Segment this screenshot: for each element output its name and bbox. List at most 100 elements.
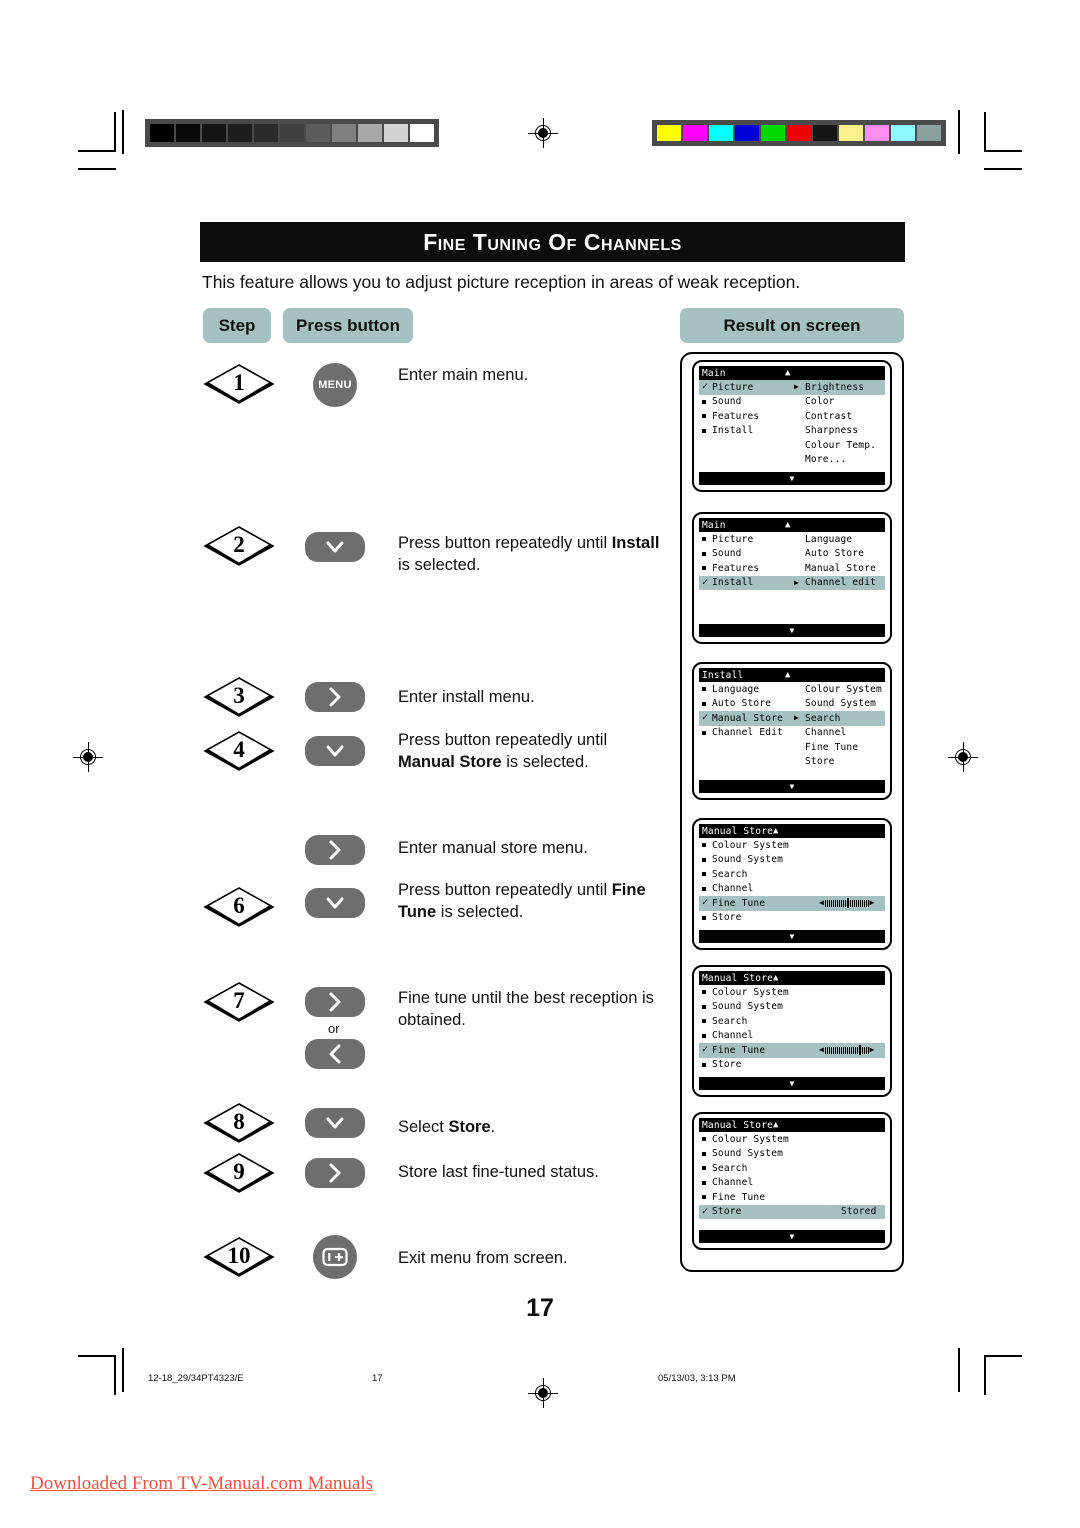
osd-row-right: Search <box>805 713 885 724</box>
osd-scroll-up-icon[interactable]: ▲ <box>785 368 791 378</box>
osd-row-label: Auto Store <box>712 698 772 710</box>
footer-doc-code: 12-18_29/34PT4323/E <box>148 1373 244 1384</box>
chevron-down-icon[interactable] <box>305 532 365 562</box>
osd-menu-row[interactable]: Features Contrast <box>699 409 885 424</box>
step-description-text: is selected. <box>436 902 524 921</box>
osd-menu-row[interactable]: ✓ Store Stored <box>699 1204 885 1219</box>
osd-scroll-down-bar[interactable]: ▼ <box>699 930 885 943</box>
button-label: MENU <box>318 379 352 391</box>
step-number-diamond: 6 <box>203 886 275 928</box>
submenu-arrow-icon[interactable]: ▶ <box>794 714 799 722</box>
osd-title-text: Manual Store <box>702 825 774 837</box>
osd-scroll-up-icon[interactable]: ▲ <box>785 670 791 680</box>
osd-menu-row[interactable]: Store <box>699 1058 885 1073</box>
osd-row-label: Channel <box>712 883 754 895</box>
osd-row-label: Sound System <box>712 1001 784 1013</box>
osd-row-right-label: Fine Tune <box>805 741 859 753</box>
check-icon: ✓ <box>702 1205 709 1217</box>
osd-menu-row[interactable]: Search <box>699 1014 885 1029</box>
osd-menu-row[interactable]: Language Colour System <box>699 682 885 697</box>
osd-menu-row[interactable]: Search <box>699 867 885 882</box>
chevron-down-icon[interactable] <box>305 1108 365 1138</box>
osd-menu-row[interactable]: Sound System <box>699 1147 885 1162</box>
osd-menu-row[interactable]: Features Manual Store <box>699 561 885 576</box>
osd-menu-row[interactable]: Picture Language <box>699 532 885 547</box>
watermark-link[interactable]: Downloaded From TV-Manual.com Manuals <box>30 1473 373 1495</box>
osd-menu-row[interactable]: Colour System <box>699 838 885 853</box>
slider-left-arrow-icon: ◀ <box>819 1045 825 1055</box>
grayscale-patch <box>176 124 200 142</box>
osd-scroll-down-bar[interactable]: ▼ <box>699 1230 885 1243</box>
osd-menu-row[interactable]: Store <box>699 755 885 770</box>
osd-menu-row[interactable]: Colour System <box>699 1132 885 1147</box>
osd-menu-row[interactable]: ✓ Fine Tune ◀ ▶ <box>699 896 885 911</box>
osd-menu-row[interactable]: Search <box>699 1161 885 1176</box>
osd-menu-row[interactable]: Channel <box>699 1176 885 1191</box>
osd-row-right: Sharpness <box>805 425 885 436</box>
osd-menu-row[interactable]: ✓ Picture ▶ Brightness <box>699 380 885 395</box>
osd-scroll-down-bar[interactable]: ▼ <box>699 1077 885 1090</box>
osd-row-right: Channel edit <box>805 577 885 588</box>
osd-menu-row[interactable]: Channel <box>699 1029 885 1044</box>
fine-tune-slider[interactable]: ◀ ▶ <box>819 1045 885 1056</box>
osd-scroll-down-bar[interactable]: ▼ <box>699 472 885 485</box>
step-description-text: Exit menu from screen. <box>398 1249 568 1267</box>
osd-menu-row[interactable]: More... <box>699 453 885 468</box>
osd-rows: Colour System Sound System Search Channel Fi… <box>699 1132 885 1219</box>
check-icon: ✓ <box>702 576 709 588</box>
submenu-arrow-icon[interactable]: ▶ <box>794 383 799 391</box>
osd-menu-row[interactable]: Fine Tune <box>699 1190 885 1205</box>
osd-scroll-up-icon[interactable]: ▲ <box>785 520 791 530</box>
check-icon: ✓ <box>702 897 709 909</box>
menu-button[interactable]: MENU <box>313 363 357 407</box>
chevron-down-icon[interactable] <box>305 888 365 918</box>
crop-hairline-left <box>122 110 124 154</box>
osd-row-right: Contrast <box>805 411 885 422</box>
chevron-down-icon[interactable] <box>305 736 365 766</box>
osd-scroll-up-icon[interactable]: ▲ <box>773 1120 779 1130</box>
info-plus-icon[interactable] <box>313 1235 357 1279</box>
osd-menu-row[interactable]: Fine Tune <box>699 740 885 755</box>
chevron-right-icon[interactable] <box>305 1158 365 1188</box>
osd-menu-row[interactable]: Store <box>699 911 885 926</box>
color-patch <box>683 125 707 141</box>
osd-scroll-down-icon: ▼ <box>789 932 795 941</box>
osd-scroll-down-icon: ▼ <box>789 1232 795 1241</box>
fine-tune-slider[interactable]: ◀ ▶ <box>819 898 885 909</box>
chevron-right-icon[interactable] <box>305 987 365 1017</box>
chevron-right-icon[interactable] <box>305 835 365 865</box>
osd-row-left: Auto Store <box>699 697 805 712</box>
submenu-arrow-icon[interactable]: ▶ <box>794 578 799 587</box>
osd-row-label: Fine Tune <box>712 1191 766 1203</box>
osd-menu-row[interactable]: ✓ Fine Tune ◀ ▶ <box>699 1043 885 1058</box>
osd-menu-row[interactable]: Sound System <box>699 1000 885 1015</box>
osd-menu-row[interactable]: Sound Auto Store <box>699 547 885 562</box>
osd-menu-row[interactable]: Sound System <box>699 853 885 868</box>
osd-menu-row[interactable]: Install Sharpness <box>699 424 885 439</box>
osd-title-bar: Main ▲ <box>699 518 885 532</box>
osd-spacer <box>699 590 885 624</box>
color-patch <box>865 125 889 141</box>
chevron-right-icon[interactable] <box>305 682 365 712</box>
osd-row-label: Store <box>712 912 742 924</box>
chevron-left-icon[interactable] <box>305 1039 365 1069</box>
osd-title-bar: Install ▲ <box>699 668 885 682</box>
step-description-text: Fine tune until the best reception is ob… <box>398 989 654 1029</box>
osd-menu-row[interactable]: Auto Store Sound System <box>699 697 885 712</box>
osd-scroll-up-icon[interactable]: ▲ <box>773 973 779 983</box>
osd-menu-row[interactable]: Colour System <box>699 985 885 1000</box>
osd-menu-row[interactable]: Sound Color <box>699 395 885 410</box>
osd-scroll-down-bar[interactable]: ▼ <box>699 624 885 637</box>
grayscale-patch <box>384 124 408 142</box>
osd-menu-row[interactable]: ✓ Manual Store ▶ Search <box>699 711 885 726</box>
osd-menu-row[interactable]: Channel <box>699 882 885 897</box>
osd-scroll-down-bar[interactable]: ▼ <box>699 780 885 793</box>
osd-row-right-label: Sound System <box>805 698 877 710</box>
osd-menu-row[interactable]: Channel Edit Channel <box>699 726 885 741</box>
osd-menu-row[interactable]: Colour Temp. <box>699 438 885 453</box>
osd-container: Manual Store ▲ Colour System Sound System Se… <box>694 1114 890 1247</box>
osd-menu-row[interactable]: ✓ Install ▶ Channel edit <box>699 575 885 590</box>
slider-left-arrow-icon: ◀ <box>819 898 825 908</box>
osd-scroll-up-icon[interactable]: ▲ <box>773 826 779 836</box>
